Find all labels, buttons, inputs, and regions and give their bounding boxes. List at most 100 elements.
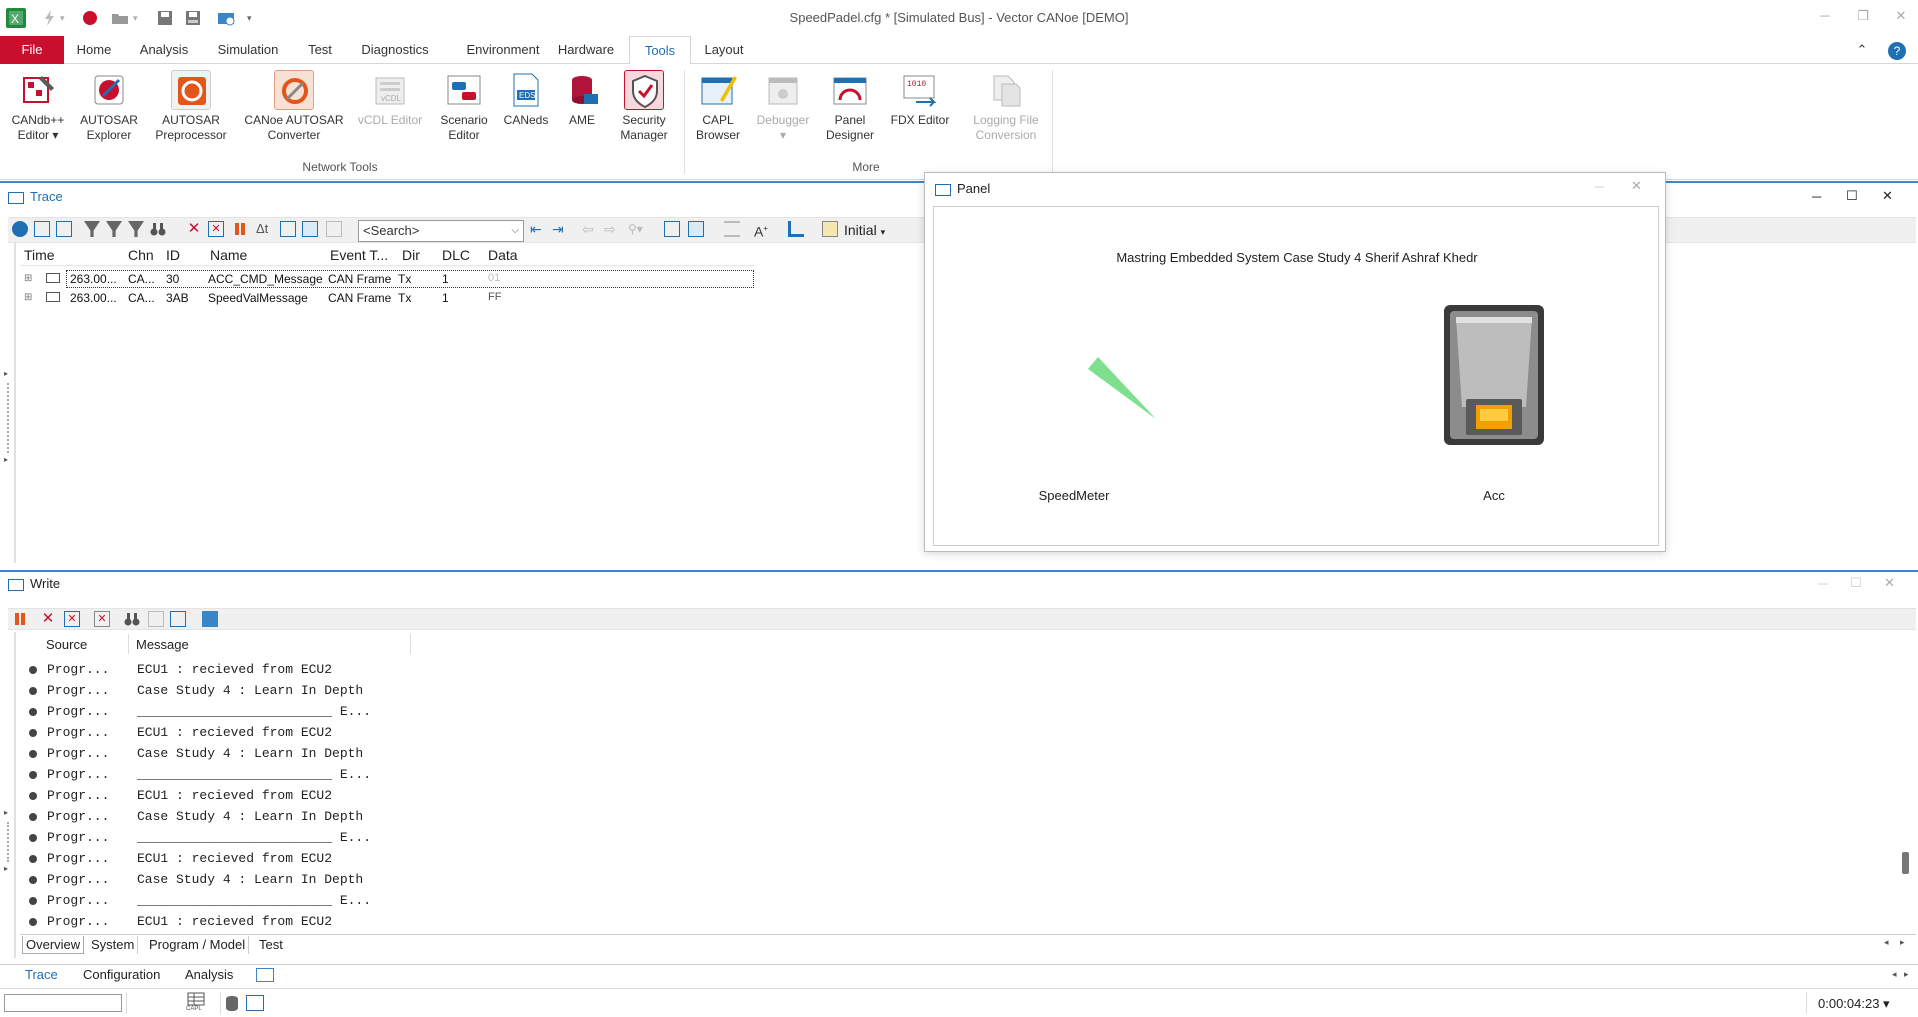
vcdl-editor-button[interactable]: vCDL vCDL Editor (354, 70, 426, 128)
chevron-down-icon[interactable]: ⌵ (511, 221, 519, 241)
tab-test[interactable]: Test (298, 36, 342, 64)
logging-icon[interactable] (664, 221, 680, 237)
autosar-preprocessor-button[interactable]: AUTOSAR Preprocessor (148, 70, 234, 143)
tab-scroll-right-icon[interactable]: ▸ (1900, 937, 1905, 948)
clear-icon[interactable]: ✕ (40, 611, 56, 627)
panel-minimize-icon[interactable]: ─ (1595, 179, 1604, 194)
write-status-icon[interactable] (246, 995, 264, 1011)
delta-time-icon[interactable]: Δt (256, 221, 272, 237)
measurement-time[interactable]: 0:00:04:23 ▾ (1818, 996, 1890, 1012)
close-icon[interactable]: ✕ (1890, 8, 1912, 28)
fixed-position-icon[interactable] (302, 221, 318, 237)
tab-diagnostics[interactable]: Diagnostics (350, 36, 440, 64)
write-minimize-icon[interactable]: ─ (1818, 576, 1827, 591)
trace-splitter[interactable]: ▸ ▸ (4, 243, 14, 561)
logging-file-conversion-button[interactable]: Logging File Conversion (964, 70, 1048, 143)
search-next-icon[interactable]: ⇥ (552, 221, 568, 237)
trace-close-icon[interactable]: ✕ (1882, 188, 1893, 204)
tab-analysis[interactable]: Analysis (130, 36, 198, 64)
capl-status-icon[interactable]: CAPL (186, 992, 206, 1014)
debugger-button[interactable]: Debugger ▾ (750, 70, 816, 143)
col-id[interactable]: ID (166, 247, 180, 263)
tab-environment[interactable]: Environment (448, 36, 558, 64)
arrow-right-icon[interactable]: ⇨ (604, 221, 620, 237)
trace-row[interactable]: ⊞ 263.00... CA... 3AB SpeedValMessage CA… (20, 289, 754, 307)
pause-icon[interactable] (232, 221, 248, 237)
col-dir[interactable]: Dir (402, 247, 420, 263)
autosar-explorer-button[interactable]: AUTOSAR Explorer (76, 70, 142, 143)
collapse-ribbon-icon[interactable]: ⌃ (1852, 36, 1872, 64)
column-icon[interactable] (326, 221, 342, 237)
configuration-icon[interactable] (202, 611, 218, 627)
filter-icon[interactable] (84, 221, 100, 237)
workspace-tab-configuration[interactable]: Configuration (80, 966, 163, 984)
scroll-icon[interactable] (56, 221, 72, 237)
status-input[interactable] (4, 994, 122, 1012)
trace-maximize-icon[interactable]: ☐ (1846, 188, 1858, 204)
security-manager-button[interactable]: Security Manager (610, 70, 678, 143)
col-dlc[interactable]: DLC (442, 247, 470, 263)
copy-icon[interactable] (148, 611, 164, 627)
workspace-tab-trace[interactable]: Trace (22, 966, 61, 984)
write-scrollbar[interactable] (1898, 634, 1914, 914)
database-icon[interactable] (226, 996, 238, 1011)
export-icon[interactable] (170, 611, 186, 627)
chronological-icon[interactable] (280, 221, 296, 237)
capl-browser-button[interactable]: CAPL Browser (690, 70, 746, 143)
write-row[interactable]: Progr... Case Study 4 : Learn In Depth (26, 744, 1886, 764)
expand-icon[interactable]: ⊞ (24, 273, 32, 284)
write-row[interactable]: Progr... _________________________ E... (26, 828, 1886, 848)
write-splitter[interactable]: ▸ ▸ (4, 632, 14, 952)
panel-close-icon[interactable]: ✕ (1631, 178, 1642, 194)
scenario-editor-button[interactable]: Scenario Editor (432, 70, 496, 143)
help-icon[interactable]: ? (1888, 42, 1906, 60)
write-row[interactable]: Progr... _________________________ E... (26, 765, 1886, 785)
panel-designer-button[interactable]: Panel Designer (822, 70, 878, 143)
write-row[interactable]: Progr... Case Study 4 : Learn In Depth (26, 870, 1886, 890)
write-row[interactable]: Progr... ECU1 : recieved from ECU2 (26, 786, 1886, 806)
canoe-autosar-converter-button[interactable]: CANoe AUTOSAR Converter (242, 70, 346, 143)
clear-page-icon[interactable]: ✕ (94, 611, 110, 627)
tab-home[interactable]: Home (66, 36, 122, 64)
tab-file[interactable]: File (0, 36, 64, 64)
scroll-thumb[interactable] (1902, 852, 1909, 874)
expand-icon[interactable]: ⊞ (24, 292, 32, 303)
marker-icon[interactable]: ⚲▾ (628, 221, 644, 237)
initial-dropdown[interactable]: Initial ▾ (844, 221, 885, 241)
filter-remove-icon[interactable] (106, 221, 122, 237)
tab-layout[interactable]: Layout (695, 36, 753, 64)
statistics-icon[interactable] (34, 221, 50, 237)
write-tab-program-model[interactable]: Program / Model (146, 936, 250, 954)
filter-down-icon[interactable] (128, 221, 144, 237)
write-row[interactable]: Progr... _________________________ E... (26, 891, 1886, 911)
trace-search-input[interactable]: <Search> ⌵ (358, 220, 524, 242)
write-row[interactable]: Progr... Case Study 4 : Learn In Depth (26, 681, 1886, 701)
clear-all-icon[interactable]: ✕ (208, 221, 224, 237)
tab-hardware[interactable]: Hardware (548, 36, 624, 64)
trace-row[interactable]: ⊞ 263.00... CA... 30 ACC_CMD_Message CAN… (20, 270, 754, 288)
tabs-scroll-right-icon[interactable]: ▸ (1904, 969, 1909, 980)
clear-icon[interactable]: ✕ (186, 221, 202, 237)
fdx-editor-button[interactable]: 1010 FDX Editor (884, 70, 956, 128)
search-prev-icon[interactable]: ⇤ (530, 221, 546, 237)
candb-editor-button[interactable]: CANdb++ Editor ▾ (6, 70, 70, 143)
info-icon[interactable] (12, 221, 28, 237)
caneds-button[interactable]: EDS CANeds (500, 70, 552, 128)
col-chn[interactable]: Chn (128, 247, 154, 263)
binoculars-icon[interactable] (150, 221, 166, 237)
acc-switch[interactable] (1442, 303, 1546, 447)
col-event-type[interactable]: Event T... (330, 247, 388, 263)
new-tab-icon[interactable] (256, 968, 274, 982)
tab-tools[interactable]: Tools (629, 36, 691, 65)
ame-button[interactable]: AME (558, 70, 606, 128)
layout-icon[interactable] (724, 221, 740, 237)
pause-icon[interactable] (12, 611, 28, 627)
clear-window-icon[interactable]: ✕ (64, 611, 80, 627)
col-time[interactable]: Time (24, 247, 55, 263)
write-row[interactable]: Progr... ECU1 : recieved from ECU2 (26, 660, 1886, 680)
write-tab-test[interactable]: Test (256, 936, 286, 954)
write-tab-system[interactable]: System (88, 936, 139, 954)
col-data[interactable]: Data (488, 247, 518, 263)
tabs-scroll-left-icon[interactable]: ◂ (1892, 969, 1897, 980)
write-row[interactable]: Progr... ECU1 : recieved from ECU2 (26, 912, 1886, 932)
